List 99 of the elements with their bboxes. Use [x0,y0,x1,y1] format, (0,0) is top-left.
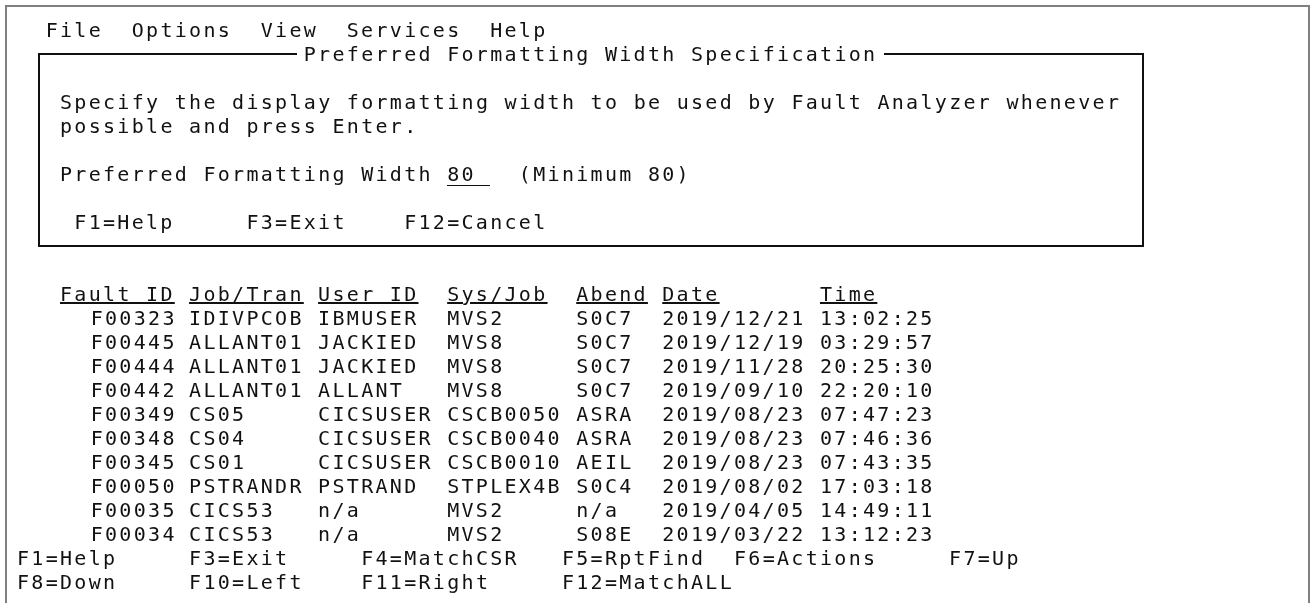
table-cell: F00034 [90,522,177,546]
table-cell: 2019/08/02 [662,474,806,498]
table-cell: 22:20:10 [819,378,935,402]
table-cell: 2019/08/23 [662,402,806,426]
menu-item[interactable]: Services [346,18,491,42]
table-cell: IDIVPCOB [189,306,304,330]
function-key[interactable]: F12=MatchALL [561,570,734,594]
table-cell: ALLANT [318,378,405,402]
function-key[interactable]: F6=Actions [734,546,878,570]
table-cell: ASRA [576,402,634,426]
table-cell: 03:29:57 [819,330,935,354]
function-key[interactable]: F10=Left [189,570,304,594]
table-cell: MVS8 [447,378,505,402]
function-key[interactable]: F4=MatchCSR [361,546,519,570]
table-cell: 17:03:18 [819,474,935,498]
table-cell: CICSUSER [318,450,433,474]
table-cell: F00445 [90,330,177,354]
table-cell: MVS2 [447,498,505,522]
width-input-field[interactable]: 80 [447,163,491,186]
menu-item[interactable]: View [260,18,347,42]
table-cell: S0C7 [576,354,634,378]
table-cell: F00348 [90,426,177,450]
table-cell: F00442 [90,378,177,402]
table-cell: S0C7 [576,330,634,354]
table-cell: ALLANT01 [189,330,304,354]
function-key[interactable]: F1=Help [17,546,118,570]
table-cell: IBMUSER [318,306,419,330]
table-cell: F00050 [90,474,177,498]
table-cell: n/a [576,498,620,522]
table-cell: CSCB0040 [447,426,562,450]
table-cell: CICSUSER [318,402,433,426]
table-cell: CS05 [189,402,247,426]
table-cell: CSCB0010 [447,450,562,474]
column-header: User ID [318,282,419,306]
table-cell: n/a [318,522,362,546]
table-cell: 14:49:11 [819,498,935,522]
column-header: Abend [576,282,648,306]
table-cell: 07:47:23 [819,402,935,426]
table-cell: 20:25:30 [819,354,935,378]
field-label: Preferred Formatting Width [60,162,434,186]
table-cell: 13:02:25 [819,306,935,330]
function-key[interactable]: F3=Exit [189,546,290,570]
table-cell: MVS2 [447,522,505,546]
menu-item[interactable]: Help [490,18,548,42]
table-cell: ASRA [576,426,634,450]
table-cell: n/a [318,498,362,522]
dialog-message: Specify the display formatting width to be used by Fault Analyzer whenever possible and press Enter. [60,90,1123,138]
column-header: Job/Tran [189,282,304,306]
table-cell: JACKIED [318,354,419,378]
table-cell: ALLANT01 [189,378,304,402]
table-cell: 07:46:36 [819,426,935,450]
function-key[interactable]: F3=Exit [246,210,405,234]
table-cell: 07:43:35 [819,450,935,474]
table-cell: CICS53 [189,498,276,522]
table-cell: CICSUSER [318,426,433,450]
function-key[interactable]: F7=Up [949,546,1021,570]
table-cell: MVS8 [447,330,505,354]
table-cell: ALLANT01 [189,354,304,378]
table-cell: 2019/04/05 [662,498,806,522]
table-cell: PSTRANDR [189,474,304,498]
table-cell: F00349 [90,402,177,426]
column-header: Date [662,282,720,306]
table-cell: 13:12:23 [819,522,935,546]
table-cell: 2019/08/23 [662,426,806,450]
table-cell: 2019/03/22 [662,522,806,546]
function-key[interactable]: F12=Cancel [404,210,548,234]
table-cell: 2019/11/28 [662,354,806,378]
table-cell: 2019/12/19 [662,330,806,354]
table-cell: F00323 [90,306,177,330]
table-cell: 2019/08/23 [662,450,806,474]
table-cell: S08E [576,522,634,546]
table-cell: F00444 [90,354,177,378]
table-cell: S0C7 [576,378,634,402]
column-header: Fault ID [60,282,175,306]
menu-item[interactable]: Options [131,18,261,42]
function-key[interactable]: F5=RptFind [561,546,706,570]
function-key[interactable]: F8=Down [17,570,118,594]
table-cell: S0C7 [576,306,634,330]
table-cell: CS04 [189,426,247,450]
function-key[interactable]: F11=Right [361,570,491,594]
column-header: Time [819,282,878,306]
table-cell: CSCB0050 [447,402,562,426]
table-cell: CICS53 [189,522,276,546]
table-cell: CS01 [189,450,247,474]
table-cell: STPLEX4B [447,474,562,498]
table-cell: F00345 [90,450,177,474]
table-cell: F00035 [90,498,177,522]
table-cell: MVS2 [447,306,505,330]
table-cell: MVS8 [447,354,505,378]
field-hint: (Minimum 80) [518,162,692,186]
function-key[interactable]: F1=Help [74,210,247,234]
table-cell: 2019/12/21 [662,306,806,330]
table-cell: JACKIED [318,330,419,354]
column-header: Sys/Job [447,282,548,306]
table-cell: PSTRAND [318,474,419,498]
menu-item[interactable]: File [45,18,132,42]
table-cell: AEIL [576,450,634,474]
table-cell: 2019/09/10 [662,378,806,402]
table-cell: S0C4 [576,474,634,498]
